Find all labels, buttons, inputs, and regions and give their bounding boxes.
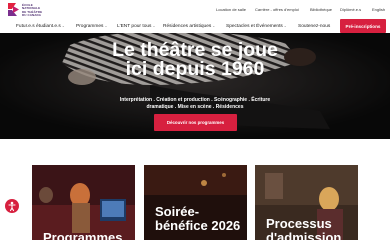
nav-label: Soutenez-nous [298,24,331,29]
utility-link-library[interactable]: Bibliothèque [310,7,332,12]
hero-title: Le théâtre se joue ici depuis 1960 [112,39,278,80]
accessibility-button[interactable] [5,199,19,213]
pre-inscriptions-button[interactable]: Pré-inscriptions [340,19,386,33]
chevron-down-icon: ⌄ [152,24,156,28]
chevron-down-icon: ⌄ [104,24,108,28]
hero-subtitle: Interprétation . Création et production … [119,97,271,110]
card-title: Programmes [43,230,123,240]
utility-link-location[interactable]: Location de salle [216,7,246,12]
chevron-down-icon: ⌄ [212,24,216,28]
nav-label: L'ENT pour tous [117,24,152,29]
logo-text: ÉCOLE NATIONALE DE THÉÂTRE DU CANADA [22,3,43,17]
chevron-down-icon: ⌄ [61,24,65,28]
nav-item-soutenez-nous[interactable]: Soutenez-nous [298,24,330,29]
utility-link-careers[interactable]: Carrière - offres d'emploi [255,7,299,12]
chevron-down-icon: ⌄ [283,24,287,28]
hero-banner: Le théâtre se joue ici depuis 1960 Inter… [0,33,390,139]
utility-link-english[interactable]: English [372,7,385,12]
card-programmes-photo [32,165,135,240]
nav-label: Futur.e.s étudiant.e.s [16,24,61,29]
nav-item-spectacles[interactable]: Spectacles et Événements⌄ [226,24,287,29]
discover-programs-button[interactable]: Découvrir nos programmes [154,114,237,131]
nav-label: Résidences artistiques [163,24,212,29]
accessibility-icon [8,201,16,212]
card-title: Processus d'admission [266,216,342,240]
card-soiree-benefice[interactable]: Soirée-bénéfice 2026 [144,165,247,240]
utility-link-alumni[interactable]: Diplômé.e.s [340,7,361,12]
nav-label: Spectacles et Événements [226,24,283,29]
nav-item-ent-pour-tous[interactable]: L'ENT pour tous⌄ [117,24,155,29]
card-programmes[interactable]: Programmes [32,165,135,240]
nav-label: Programmes [76,24,104,29]
nav-item-residences[interactable]: Résidences artistiques⌄ [163,24,215,29]
nav-item-futurs-etudiants[interactable]: Futur.e.s étudiant.e.s⌄ [16,24,65,29]
top-bar: ÉCOLE NATIONALE DE THÉÂTRE DU CANADA Loc… [0,0,390,20]
card-title: Soirée-bénéfice 2026 [155,204,241,233]
card-processus-admission[interactable]: Processus d'admission [255,165,358,240]
nav-item-programmes[interactable]: Programmes⌄ [76,24,107,29]
ent-logo-icon[interactable] [8,3,19,16]
